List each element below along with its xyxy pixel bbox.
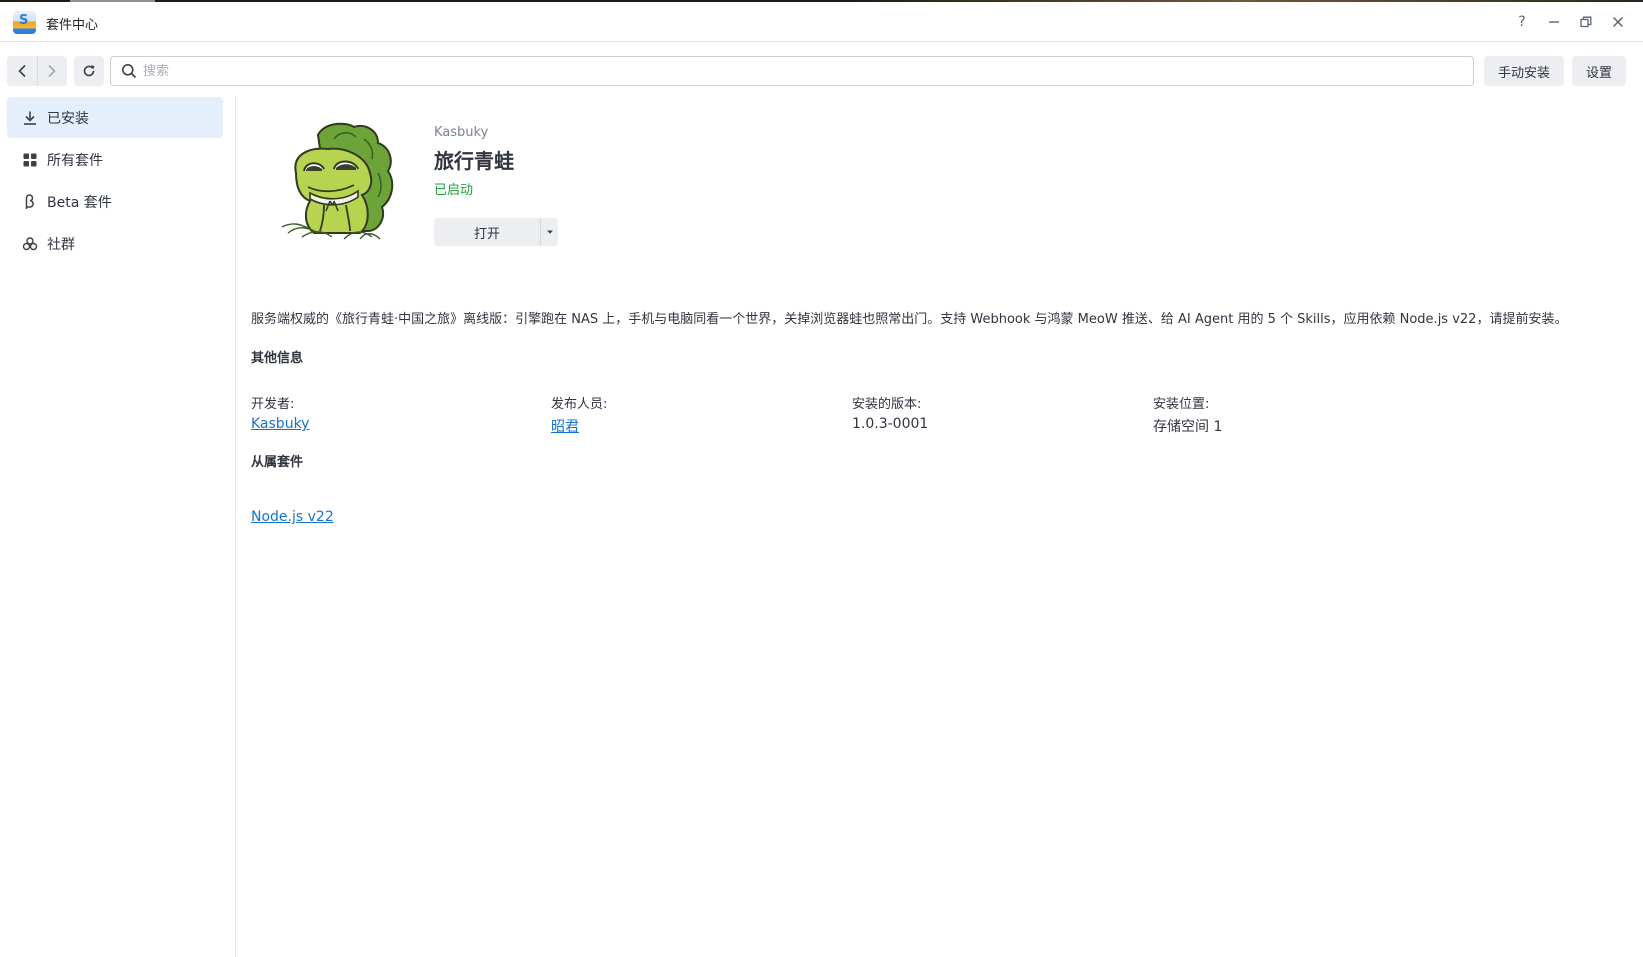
close-icon xyxy=(1612,16,1624,28)
version-info: 安装的版本: 1.0.3-0001 xyxy=(852,393,928,432)
publisher-link[interactable]: 昭君 xyxy=(551,416,607,436)
toolbar: 手动安装 设置 xyxy=(0,43,1643,97)
developer-link[interactable]: Kasbuky xyxy=(251,416,309,432)
search-field[interactable] xyxy=(110,56,1474,86)
restore-button[interactable] xyxy=(1574,10,1598,34)
publisher-info: 发布人员: 昭君 xyxy=(551,393,607,436)
history-nav xyxy=(7,56,67,86)
refresh-icon xyxy=(83,65,95,77)
package-status: 已启动 xyxy=(434,183,474,198)
sidebar-item-community[interactable]: 社群 xyxy=(7,223,223,264)
search-icon xyxy=(122,64,137,79)
chevron-left-icon xyxy=(18,64,26,78)
location-label: 安装位置: xyxy=(1153,397,1210,412)
minimize-button[interactable] xyxy=(1542,10,1566,34)
window-title: 套件中心 xyxy=(46,18,99,33)
refresh-button[interactable] xyxy=(74,56,104,86)
publisher-label: 发布人员: xyxy=(551,397,608,412)
package-detail-panel: Kasbuky 旅行青蛙 已启动 打开 服务端权威的《旅行青蛙·中国之旅》离线版… xyxy=(237,97,1643,957)
version-value: 1.0.3-0001 xyxy=(852,416,929,432)
community-icon xyxy=(22,236,38,252)
sidebar-item-label: 社群 xyxy=(47,236,75,253)
help-button[interactable]: ? xyxy=(1510,10,1534,34)
package-frog-icon xyxy=(281,122,394,240)
developer-label: 开发者: xyxy=(251,397,295,412)
sidebar-item-all-packages[interactable]: 所有套件 xyxy=(7,139,223,180)
settings-button[interactable]: 设置 xyxy=(1572,56,1626,86)
developer-info: 开发者: Kasbuky xyxy=(251,393,309,432)
open-split-button: 打开 xyxy=(434,218,558,246)
sidebar-item-beta[interactable]: Beta 套件 xyxy=(7,181,223,222)
restore-icon xyxy=(1580,16,1592,28)
package-title: 旅行青蛙 xyxy=(434,149,514,173)
beta-icon xyxy=(22,193,38,210)
location-value: 存储空间 1 xyxy=(1153,419,1223,435)
open-button[interactable]: 打开 xyxy=(434,218,540,246)
sidebar-item-label: Beta 套件 xyxy=(47,194,112,211)
sidebar: 已安装 所有套件 Beta 套件 社群 xyxy=(0,97,236,957)
version-label: 安装的版本: xyxy=(852,397,922,412)
location-info: 安装位置: 存储空间 1 xyxy=(1153,393,1222,436)
sidebar-item-label: 所有套件 xyxy=(47,152,103,169)
close-button[interactable] xyxy=(1606,10,1630,34)
package-center-app-icon: S xyxy=(13,11,36,34)
minimize-icon xyxy=(1549,21,1559,23)
dependencies-title: 从属套件 xyxy=(251,455,304,470)
caret-down-icon xyxy=(546,230,553,234)
grid-icon xyxy=(22,152,38,168)
help-icon: ? xyxy=(1518,14,1526,30)
manual-install-button[interactable]: 手动安装 xyxy=(1484,56,1564,86)
search-input[interactable] xyxy=(143,60,1463,82)
other-info-title: 其他信息 xyxy=(251,351,304,366)
download-icon xyxy=(22,110,38,126)
sidebar-item-label: 已安装 xyxy=(47,110,89,127)
open-dropdown-button[interactable] xyxy=(541,218,558,246)
back-button[interactable] xyxy=(7,56,37,86)
forward-button[interactable] xyxy=(38,56,68,86)
sidebar-item-installed[interactable]: 已安装 xyxy=(7,97,223,138)
window-titlebar[interactable]: S 套件中心 ? xyxy=(0,2,1643,42)
package-description: 服务端权威的《旅行青蛙·中国之旅》离线版：引擎跑在 NAS 上，手机与电脑同看一… xyxy=(251,312,1568,327)
chevron-right-icon xyxy=(48,64,56,78)
package-publisher: Kasbuky xyxy=(434,125,489,140)
dependency-link[interactable]: Node.js v22 xyxy=(251,509,334,525)
